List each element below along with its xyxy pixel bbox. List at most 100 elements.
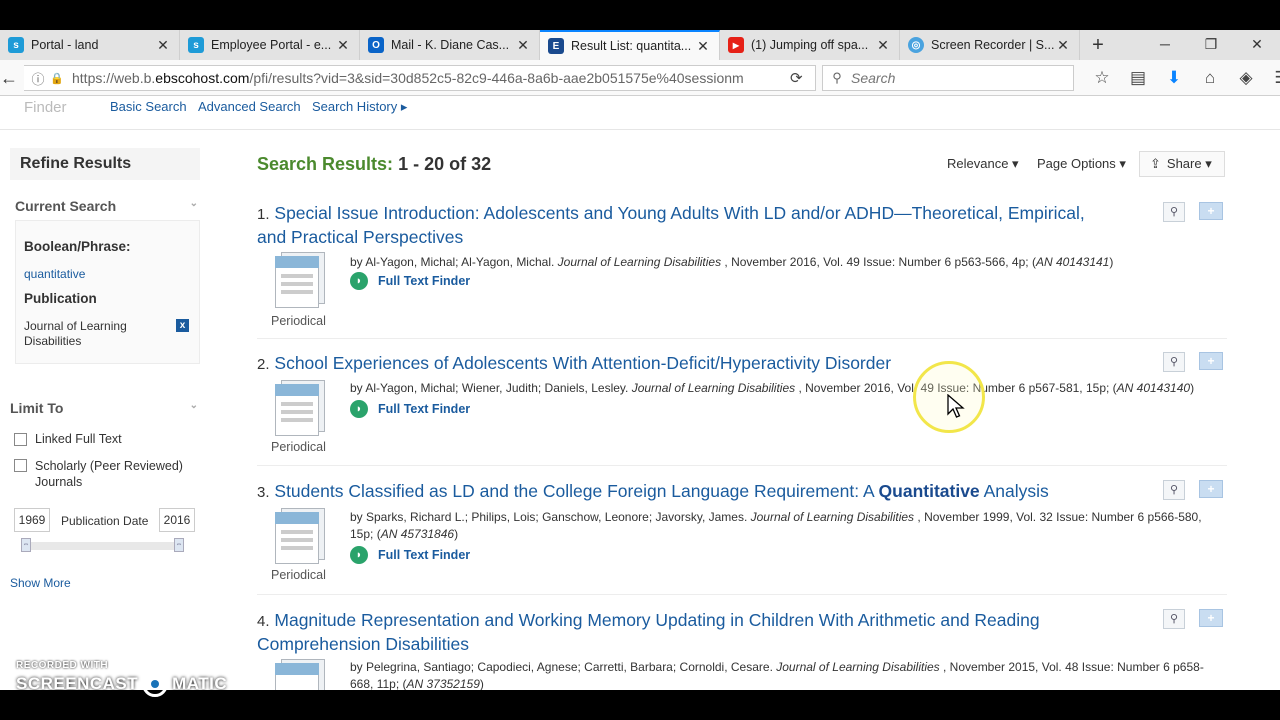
result-title-text[interactable]: Analysis <box>980 481 1049 501</box>
close-tab-icon[interactable]: ✕ <box>875 37 891 54</box>
url-text[interactable]: https://web.b.ebscohost.com/pfi/results?… <box>72 70 762 86</box>
menu-icon[interactable]: ☰ <box>1264 67 1280 89</box>
scholarly-option[interactable]: Scholarly (Peer Reviewed) Journals <box>14 458 199 490</box>
tab-label: Mail - K. Diane Cas... <box>391 38 510 52</box>
preview-magnifier-icon[interactable]: ⚲ <box>1163 352 1185 372</box>
result-title[interactable]: 3. Students Classified as LD and the Col… <box>257 480 1137 504</box>
remove-filter-icon[interactable]: x <box>176 319 189 332</box>
tab-label: (1) Jumping off spa... <box>751 38 869 52</box>
search-history-link[interactable]: Search History ▸ <box>312 99 407 115</box>
linked-full-text-option[interactable]: Linked Full Text <box>14 432 122 446</box>
add-to-folder-icon[interactable]: + <box>1199 480 1223 498</box>
result-divider <box>257 338 1227 339</box>
share-button[interactable]: ⇪ Share ▾ <box>1139 151 1225 177</box>
show-more-link[interactable]: Show More <box>10 576 71 590</box>
tab-employee-portal[interactable]: s Employee Portal - e... ✕ <box>180 30 360 60</box>
info-icon[interactable]: ⓘ <box>28 69 48 88</box>
result-title[interactable]: 1. Special Issue Introduction: Adolescen… <box>257 202 1087 248</box>
periodical-icon[interactable] <box>275 659 327 690</box>
scholarly-checkbox[interactable] <box>14 459 27 472</box>
current-search-heading[interactable]: Current Search ⌄ <box>15 198 200 214</box>
result-item: 2. School Experiences of Adolescents Wit… <box>257 352 1227 472</box>
tab-youtube[interactable]: ▶ (1) Jumping off spa... ✕ <box>720 30 900 60</box>
advanced-search-link[interactable]: Advanced Search <box>198 99 301 114</box>
full-text-finder-link[interactable]: ◗ Full Text Finder <box>350 546 470 564</box>
tab-label: Employee Portal - e... <box>211 38 332 52</box>
full-text-finder-link[interactable]: ◗ Full Text Finder <box>350 272 470 290</box>
result-item: 3. Students Classified as LD and the Col… <box>257 480 1227 600</box>
preview-magnifier-icon[interactable]: ⚲ <box>1163 202 1185 222</box>
year-to-input[interactable]: 2016 <box>159 508 195 532</box>
result-title-text[interactable]: Students Classified as LD and the Colleg… <box>274 481 878 501</box>
close-window-icon[interactable]: ✕ <box>1234 30 1280 60</box>
authors: by Pelegrina, Santiago; Capodieci, Agnes… <box>350 660 777 674</box>
result-title-text[interactable]: Magnitude Representation and Working Mem… <box>257 610 1040 654</box>
minimize-icon[interactable]: ─ <box>1142 30 1188 60</box>
bookmark-star-icon[interactable]: ☆ <box>1084 67 1120 89</box>
boolean-phrase-value[interactable]: quantitative <box>24 267 85 281</box>
close-tab-icon[interactable]: ✕ <box>515 37 531 54</box>
reader-view-icon[interactable]: ▤ <box>1120 67 1156 89</box>
linked-full-text-checkbox[interactable] <box>14 433 27 446</box>
close-tab-icon[interactable]: ✕ <box>335 37 351 54</box>
basic-search-link[interactable]: Basic Search <box>110 99 187 114</box>
slider-handle-end[interactable]: ⇔ <box>174 538 184 552</box>
search-input[interactable] <box>851 70 1051 86</box>
maximize-icon[interactable]: ❐ <box>1188 30 1234 60</box>
accession-number: AN 37352159 <box>406 677 480 690</box>
results-label: Search Results: <box>257 154 394 174</box>
close-tab-icon[interactable]: ✕ <box>155 37 171 54</box>
year-from-input[interactable]: 1969 <box>14 508 50 532</box>
full-text-finder-link[interactable]: ◗ Full Text Finder <box>350 400 470 418</box>
limit-to-heading[interactable]: Limit To ⌄ <box>10 400 200 416</box>
browser-search-box[interactable]: ⚲ <box>822 65 1074 91</box>
preview-magnifier-icon[interactable]: ⚲ <box>1163 609 1185 629</box>
home-icon[interactable]: ⌂ <box>1192 67 1228 89</box>
share-label: Share ▾ <box>1166 156 1212 171</box>
chevron-down-icon[interactable]: ⌄ <box>190 400 198 411</box>
url-prefix: https://web.b. <box>72 70 156 86</box>
download-icon[interactable]: ⬇ <box>1156 67 1192 89</box>
authors: by Al-Yagon, Michal; Wiener, Judith; Dan… <box>350 381 632 395</box>
lock-warning-icon[interactable]: 🔒 <box>48 72 66 85</box>
periodical-label: Periodical <box>271 314 326 328</box>
result-title[interactable]: 4. Magnitude Representation and Working … <box>257 609 1107 655</box>
result-title-text[interactable]: School Experiences of Adolescents With A… <box>274 353 891 373</box>
new-tab-button[interactable]: + <box>1080 30 1116 60</box>
date-slider-track[interactable] <box>22 542 184 550</box>
add-to-folder-icon[interactable]: + <box>1199 352 1223 370</box>
journal-name: Journal of Learning Disabilities <box>750 510 915 524</box>
result-title-text[interactable]: Special Issue Introduction: Adolescents … <box>257 203 1085 247</box>
result-tools: ⚲ + <box>1163 480 1223 500</box>
add-to-folder-icon[interactable]: + <box>1199 609 1223 627</box>
salesforce-icon: s <box>188 37 204 53</box>
preview-magnifier-icon[interactable]: ⚲ <box>1163 480 1185 500</box>
checkbox-label: Linked Full Text <box>35 432 122 446</box>
chevron-down-icon[interactable]: ⌄ <box>190 198 198 209</box>
periodical-icon[interactable] <box>275 380 327 436</box>
url-bar[interactable]: ⓘ 🔒 https://web.b.ebscohost.com/pfi/resu… <box>24 65 816 91</box>
publication-label: Publication <box>24 291 97 306</box>
tab-screen-recorder[interactable]: ◎ Screen Recorder | S... ✕ <box>900 30 1080 60</box>
tab-label: Portal - land <box>31 38 99 52</box>
close-tab-icon[interactable]: ✕ <box>1055 37 1071 54</box>
relevance-dropdown[interactable]: Relevance ▾ <box>947 156 1019 172</box>
watermark-word1: SCREENCAST <box>16 674 139 693</box>
back-arrow-icon[interactable]: ← <box>0 66 20 90</box>
slider-handle-start[interactable]: ⇔ <box>21 538 31 552</box>
authors: by Al-Yagon, Michal; Al-Yagon, Michal. <box>350 255 558 269</box>
result-byline: by Al-Yagon, Michal; Al-Yagon, Michal. J… <box>350 254 1228 271</box>
share-icon: ⇪ <box>1150 156 1161 171</box>
close-tab-icon[interactable]: ✕ <box>695 38 711 55</box>
tab-mail[interactable]: O Mail - K. Diane Cas... ✕ <box>360 30 540 60</box>
tab-result-list[interactable]: E Result List: quantita... ✕ <box>540 30 720 60</box>
reload-icon[interactable]: ⟳ <box>790 69 803 87</box>
tab-portal-land[interactable]: s Portal - land ✕ <box>0 30 180 60</box>
periodical-icon[interactable] <box>275 252 327 308</box>
page-options-dropdown[interactable]: Page Options ▾ <box>1037 156 1126 172</box>
add-to-folder-icon[interactable]: + <box>1199 202 1223 220</box>
pocket-icon[interactable]: ◈ <box>1228 67 1264 89</box>
search-term-highlight[interactable]: Quantitative <box>879 481 980 501</box>
periodical-icon[interactable] <box>275 508 327 564</box>
publication-date-label: Publication Date <box>61 514 149 528</box>
